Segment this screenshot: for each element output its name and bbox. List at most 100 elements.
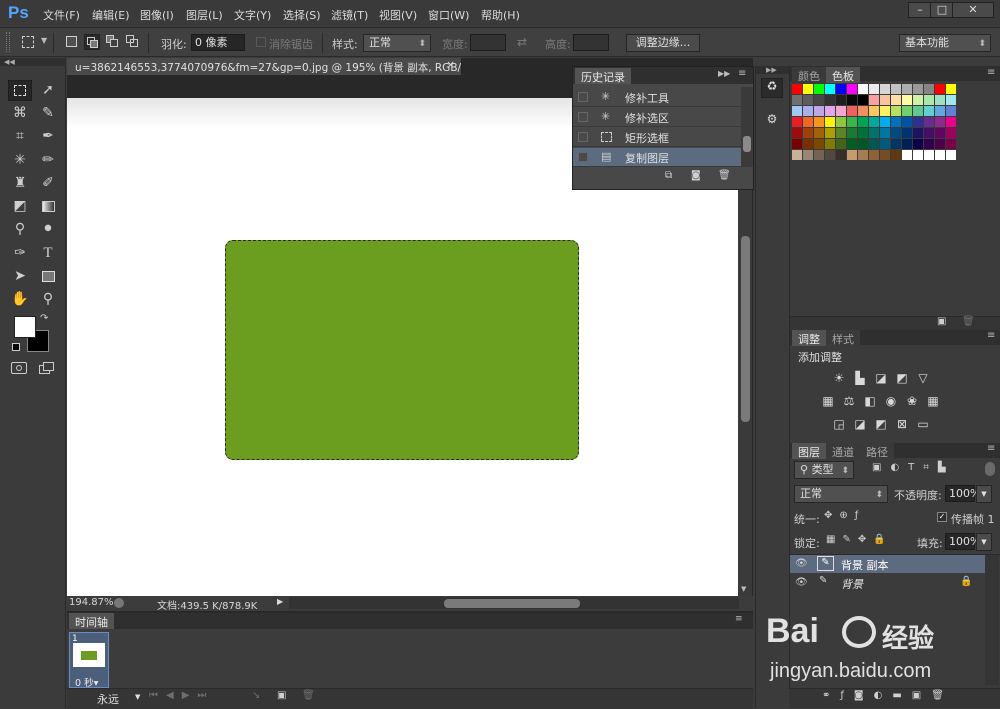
color-swatch[interactable] xyxy=(836,117,846,127)
menu-select[interactable]: 选择(S) xyxy=(283,7,321,23)
move-tool-icon[interactable]: ➚ xyxy=(36,80,60,101)
color-swatch[interactable] xyxy=(836,139,846,149)
color-swatch[interactable] xyxy=(946,117,956,127)
color-swatch[interactable] xyxy=(814,95,824,105)
layer-row-selected[interactable]: 👁 ✎ 背景 副本 xyxy=(790,555,985,573)
color-swatch[interactable] xyxy=(891,84,901,94)
color-swatch[interactable] xyxy=(847,84,857,94)
color-balance-icon[interactable]: ⚖ xyxy=(841,394,857,408)
color-swatch[interactable] xyxy=(935,84,945,94)
animation-frame[interactable]: 1 0 秒▾ xyxy=(69,632,109,689)
tab-channels[interactable]: 通道 xyxy=(826,443,860,459)
color-swatch[interactable] xyxy=(847,139,857,149)
color-swatch[interactable] xyxy=(913,150,923,160)
swatch-grid[interactable] xyxy=(790,82,1000,182)
status-menu-arrow-icon[interactable]: ▶ xyxy=(277,597,283,606)
eraser-tool-icon[interactable]: ◩ xyxy=(8,196,32,217)
color-swatch[interactable] xyxy=(946,139,956,149)
unify-icons[interactable]: ✥⊕ƒ xyxy=(824,510,865,521)
color-swatch[interactable] xyxy=(869,95,879,105)
color-swatch[interactable] xyxy=(891,139,901,149)
frame-delay[interactable]: 0 秒▾ xyxy=(75,675,98,689)
new-document-from-state-icon[interactable]: ⧉ xyxy=(665,170,672,181)
menu-edit[interactable]: 编辑(E) xyxy=(92,7,130,23)
color-swatch[interactable] xyxy=(803,95,813,105)
color-swatch[interactable] xyxy=(946,106,956,116)
intersect-selection-icon[interactable] xyxy=(126,35,138,47)
color-swatch[interactable] xyxy=(880,128,890,138)
black-white-icon[interactable]: ◧ xyxy=(862,394,878,408)
hand-tool-icon[interactable]: ✋ xyxy=(8,289,32,310)
photo-filter-icon[interactable]: ◉ xyxy=(883,394,899,408)
layers-footer-icons[interactable]: ⚭ƒ◙◐▬▣🗑 xyxy=(822,690,954,701)
swap-colors-icon[interactable]: ↷ xyxy=(40,313,48,324)
gradient-map-icon[interactable]: ▭ xyxy=(915,417,931,431)
style-select[interactable]: 正常 xyxy=(363,34,431,52)
opacity-dropdown[interactable]: ▼ xyxy=(976,485,992,503)
workspace-select[interactable]: 基本功能 xyxy=(899,34,991,52)
type-tool-icon[interactable]: T xyxy=(36,243,60,264)
color-swatch[interactable] xyxy=(858,117,868,127)
close-button[interactable]: ✕ xyxy=(952,2,994,18)
tween-icon[interactable]: ↘ xyxy=(252,690,260,701)
blend-mode-select[interactable]: 正常 xyxy=(794,485,888,503)
tab-paths[interactable]: 路径 xyxy=(860,443,894,459)
panel-menu-icon[interactable]: ≡ xyxy=(738,68,746,79)
dodge-tool-icon[interactable]: ⚫ xyxy=(36,219,60,240)
color-swatch[interactable] xyxy=(858,150,868,160)
color-swatch[interactable] xyxy=(891,150,901,160)
color-swatch[interactable] xyxy=(792,95,802,105)
color-swatch[interactable] xyxy=(803,150,813,160)
color-swatch[interactable] xyxy=(902,128,912,138)
color-swatch[interactable] xyxy=(847,150,857,160)
visibility-eye-icon[interactable]: 👁 xyxy=(795,558,808,569)
green-rectangle-selection[interactable] xyxy=(225,240,579,460)
trash-icon[interactable]: 🗑 xyxy=(718,170,731,181)
foreground-color-front[interactable] xyxy=(14,316,36,338)
color-swatch[interactable] xyxy=(913,139,923,149)
color-swatch[interactable] xyxy=(803,84,813,94)
quick-select-tool-icon[interactable]: ✎ xyxy=(36,103,60,124)
color-swatch[interactable] xyxy=(902,84,912,94)
color-swatch[interactable] xyxy=(858,139,868,149)
color-swatch[interactable] xyxy=(902,150,912,160)
color-swatch[interactable] xyxy=(935,128,945,138)
new-swatch-icon[interactable]: ▣ xyxy=(937,316,946,327)
menu-view[interactable]: 视图(V) xyxy=(379,7,417,23)
feather-input[interactable]: 0 像素 xyxy=(191,34,245,51)
timeline-tab[interactable]: 时间轴 xyxy=(69,613,114,629)
threshold-icon[interactable]: ◩ xyxy=(873,417,889,431)
color-swatch[interactable] xyxy=(880,139,890,149)
color-swatch[interactable] xyxy=(924,139,934,149)
color-swatch[interactable] xyxy=(891,117,901,127)
history-item[interactable]: ✳ 修补工具 xyxy=(573,88,741,107)
refine-edge-button[interactable]: 调整边缘... xyxy=(626,34,700,52)
color-swatch[interactable] xyxy=(825,95,835,105)
color-swatch[interactable] xyxy=(913,117,923,127)
add-selection-active[interactable] xyxy=(84,34,100,50)
color-swatch[interactable] xyxy=(836,150,846,160)
color-swatch[interactable] xyxy=(869,128,879,138)
menu-filter[interactable]: 滤镜(T) xyxy=(331,7,368,23)
duplicate-frame-icon[interactable]: ▣ xyxy=(277,690,286,701)
color-swatch[interactable] xyxy=(880,150,890,160)
color-swatch[interactable] xyxy=(913,84,923,94)
gradient-tool-icon[interactable] xyxy=(36,196,60,217)
menu-image[interactable]: 图像(I) xyxy=(140,7,174,23)
pen-tool-icon[interactable]: ✑ xyxy=(8,243,32,264)
color-swatch[interactable] xyxy=(946,84,956,94)
toolbox-header[interactable]: ◀◀ xyxy=(0,58,66,66)
color-swatch[interactable] xyxy=(913,106,923,116)
menu-layer[interactable]: 图层(L) xyxy=(186,7,223,23)
panel-menu-icon[interactable]: ≡ xyxy=(987,330,995,341)
menu-type[interactable]: 文字(Y) xyxy=(234,7,271,23)
strip-collapse[interactable]: ▶▶ xyxy=(756,66,789,74)
curves-icon[interactable]: ◪ xyxy=(873,371,889,385)
lasso-tool-icon[interactable]: ⌘ xyxy=(8,103,32,124)
tab-color[interactable]: 颜色 xyxy=(792,67,826,83)
color-swatch[interactable] xyxy=(902,117,912,127)
color-swatch[interactable] xyxy=(803,139,813,149)
history-item[interactable]: 矩形选框 xyxy=(573,128,741,147)
color-swatch[interactable] xyxy=(880,95,890,105)
rectangle-tool-icon[interactable] xyxy=(36,266,60,287)
